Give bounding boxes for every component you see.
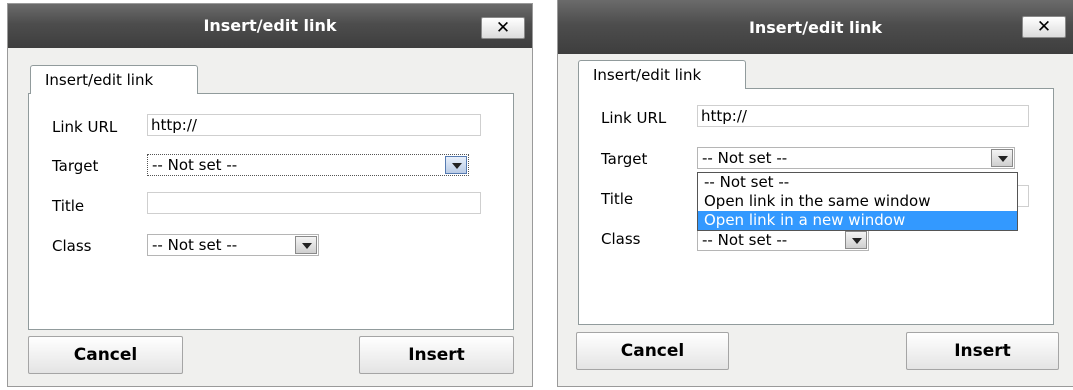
chevron-down-icon[interactable]	[845, 231, 867, 249]
class-label: Class	[601, 230, 641, 248]
class-selected-value: -- Not set --	[152, 236, 238, 254]
target-selected-value: -- Not set --	[702, 149, 788, 167]
target-label: Target	[52, 157, 99, 175]
dialog-title: Insert/edit link	[748, 18, 883, 37]
insert-button[interactable]: Insert	[359, 336, 514, 374]
class-select[interactable]: -- Not set --	[697, 229, 869, 251]
title-label: Title	[601, 190, 634, 208]
dropdown-option[interactable]: -- Not set --	[698, 173, 1017, 192]
tab-insert-edit-link[interactable]: Insert/edit link	[578, 60, 746, 89]
chevron-down-icon[interactable]	[445, 156, 467, 174]
target-select[interactable]: -- Not set --	[697, 147, 1015, 169]
class-selected-value: -- Not set --	[702, 231, 788, 249]
target-select[interactable]: -- Not set --	[147, 154, 469, 176]
cancel-button[interactable]: Cancel	[576, 332, 729, 370]
cancel-button[interactable]: Cancel	[28, 336, 183, 374]
chevron-down-icon[interactable]	[991, 149, 1013, 167]
link-form-panel: Link URL http:// Target -- Not set -- Ti…	[578, 88, 1054, 325]
insert-link-dialog-dropdown-open: Insert/edit link ✕ Insert/edit link Link…	[558, 0, 1073, 386]
dialog-title: Insert/edit link	[203, 16, 337, 35]
dialog-titlebar[interactable]: Insert/edit link	[558, 0, 1073, 54]
close-icon[interactable]: ✕	[1022, 16, 1066, 38]
link-url-label: Link URL	[601, 109, 667, 127]
link-form-panel: Link URL http:// Target -- Not set -- Ti…	[28, 93, 514, 330]
title-input[interactable]	[147, 192, 481, 214]
dialog-titlebar[interactable]: Insert/edit link	[8, 4, 532, 48]
chevron-down-icon[interactable]	[295, 236, 317, 254]
tab-insert-edit-link[interactable]: Insert/edit link	[30, 65, 198, 94]
class-label: Class	[52, 237, 92, 255]
close-icon[interactable]: ✕	[481, 17, 525, 39]
link-url-label: Link URL	[52, 118, 118, 136]
dropdown-option-highlighted[interactable]: Open link in a new window	[698, 211, 1017, 230]
link-url-input[interactable]: http://	[697, 105, 1029, 127]
target-selected-value: -- Not set --	[152, 156, 238, 174]
insert-button[interactable]: Insert	[906, 332, 1059, 370]
insert-link-dialog: Insert/edit link ✕ Insert/edit link Link…	[8, 4, 532, 386]
class-select[interactable]: -- Not set --	[147, 234, 319, 256]
link-url-input[interactable]: http://	[147, 114, 481, 136]
title-label: Title	[52, 197, 85, 215]
target-dropdown-list: -- Not set -- Open link in the same wind…	[697, 172, 1018, 231]
target-label: Target	[601, 150, 648, 168]
dropdown-option[interactable]: Open link in the same window	[698, 192, 1017, 211]
